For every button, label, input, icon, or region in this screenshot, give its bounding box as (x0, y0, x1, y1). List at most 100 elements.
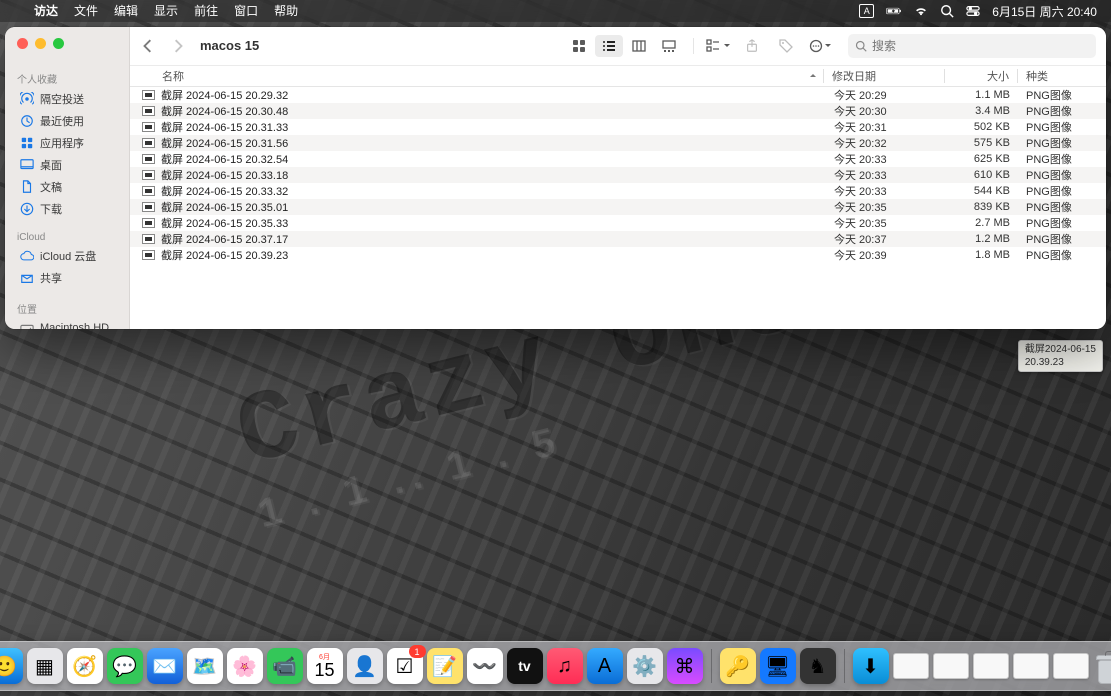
column-view-button[interactable] (625, 35, 653, 57)
file-row[interactable]: 截屏 2024-06-15 20.33.18 今天 20:33 610 KB P… (130, 167, 1106, 183)
file-row[interactable]: 截屏 2024-06-15 20.33.32 今天 20:33 544 KB P… (130, 183, 1106, 199)
dock-maps[interactable]: 🗺️ (187, 648, 223, 684)
dock-facetime[interactable]: 📹 (267, 648, 303, 684)
dock-safari[interactable]: 🧭 (67, 648, 103, 684)
dock-messages[interactable]: 💬 (107, 648, 143, 684)
dock-minimized-window[interactable] (933, 653, 969, 679)
icon-view-button[interactable] (565, 35, 593, 57)
dock-freeform[interactable]: 〰️ (467, 648, 503, 684)
dock-minimized-window[interactable] (893, 653, 929, 679)
dock-reminders[interactable]: ☑︎ (387, 648, 423, 684)
sidebar-item-apps[interactable]: 应用程序 (9, 132, 125, 154)
file-date: 今天 20:33 (826, 151, 946, 167)
gallery-view-button[interactable] (655, 35, 683, 57)
control-center-icon[interactable] (966, 4, 980, 18)
apps-icon (19, 136, 34, 150)
menu-go[interactable]: 前往 (186, 0, 226, 22)
file-row[interactable]: 截屏 2024-06-15 20.30.48 今天 20:30 3.4 MB P… (130, 103, 1106, 119)
search-input[interactable] (872, 39, 1089, 53)
close-button[interactable] (17, 38, 28, 49)
column-header-row: 名称 修改日期 大小 种类 (130, 65, 1106, 87)
dock-appstore[interactable]: A (587, 648, 623, 684)
sidebar-item-label: 最近使用 (40, 113, 84, 129)
dock-launchpad[interactable]: ▦ (27, 648, 63, 684)
file-row[interactable]: 截屏 2024-06-15 20.29.32 今天 20:29 1.1 MB P… (130, 87, 1106, 103)
clock-icon (19, 114, 34, 128)
action-menu-button[interactable] (806, 35, 834, 57)
file-row[interactable]: 截屏 2024-06-15 20.31.33 今天 20:31 502 KB P… (130, 119, 1106, 135)
dock-contacts[interactable]: 👤 (347, 648, 383, 684)
dock-notes[interactable]: 📝 (427, 648, 463, 684)
list-view-button[interactable] (595, 35, 623, 57)
file-name: 截屏 2024-06-15 20.31.56 (161, 135, 826, 151)
menu-edit[interactable]: 编辑 (106, 0, 146, 22)
dock-minimized-window[interactable] (1053, 653, 1089, 679)
share-button[interactable] (738, 35, 766, 57)
menubar-datetime[interactable]: 6月15日 周六 20:40 (992, 3, 1097, 20)
menu-file[interactable]: 文件 (66, 0, 106, 22)
sidebar-item-download[interactable]: 下载 (9, 198, 125, 220)
file-row[interactable]: 截屏 2024-06-15 20.31.56 今天 20:32 575 KB P… (130, 135, 1106, 151)
dock-calendar[interactable]: 6月15 (307, 648, 343, 684)
sidebar-group-icloud: iCloud (5, 228, 129, 245)
minimize-button[interactable] (35, 38, 46, 49)
sidebar-item-label: 共享 (40, 270, 62, 286)
dock-undefined[interactable]: ⬇︎ (853, 648, 889, 684)
group-by-button[interactable] (704, 35, 732, 57)
sidebar-item-doc[interactable]: 文稿 (9, 176, 125, 198)
sidebar-item-hdd[interactable]: Macintosh HD (9, 318, 125, 329)
file-date: 今天 20:33 (826, 167, 946, 183)
share-icon (19, 271, 34, 285)
file-row[interactable]: 截屏 2024-06-15 20.35.01 今天 20:35 839 KB P… (130, 199, 1106, 215)
search-field[interactable] (848, 34, 1096, 58)
file-row[interactable]: 截屏 2024-06-15 20.37.17 今天 20:37 1.2 MB P… (130, 231, 1106, 247)
file-date: 今天 20:35 (826, 215, 946, 231)
dock-minimized-window[interactable] (1013, 653, 1049, 679)
dock-shortcut[interactable]: ⌘ (667, 648, 703, 684)
menubar-appname[interactable]: 访达 (26, 0, 66, 22)
column-header-size[interactable]: 大小 (945, 68, 1017, 84)
dock-passwords[interactable]: 🔑 (720, 648, 756, 684)
wifi-icon[interactable] (914, 4, 928, 18)
menu-view[interactable]: 显示 (146, 0, 186, 22)
window-title: macos 15 (200, 38, 259, 53)
file-size: 544 KB (946, 185, 1018, 197)
menu-window[interactable]: 窗口 (226, 0, 266, 22)
sidebar-item-label: 文稿 (40, 179, 62, 195)
menu-help[interactable]: 帮助 (266, 0, 306, 22)
dock-finder[interactable]: 🙂 (0, 648, 23, 684)
dock-music[interactable]: ♫ (547, 648, 583, 684)
column-header-kind[interactable]: 种类 (1018, 68, 1106, 84)
zoom-button[interactable] (53, 38, 64, 49)
dock-minimized-window[interactable] (973, 653, 1009, 679)
battery-icon[interactable] (886, 3, 902, 19)
sidebar-item-airdrop[interactable]: 隔空投送 (9, 88, 125, 110)
desktop-file-label[interactable]: 截屏2024-06-15 20.39.23 (1018, 340, 1103, 372)
sidebar-item-cloud[interactable]: iCloud 云盘 (9, 245, 125, 267)
column-header-date[interactable]: 修改日期 (824, 68, 944, 84)
spotlight-icon[interactable] (940, 4, 954, 18)
file-row[interactable]: 截屏 2024-06-15 20.35.33 今天 20:35 2.7 MB P… (130, 215, 1106, 231)
sidebar-item-clock[interactable]: 最近使用 (9, 110, 125, 132)
column-header-name[interactable]: 名称 (154, 68, 809, 84)
sidebar-item-desktop[interactable]: 桌面 (9, 154, 125, 176)
desktop-file-label-line2: 20.39.23 (1025, 356, 1096, 369)
file-row[interactable]: 截屏 2024-06-15 20.32.54 今天 20:33 625 KB P… (130, 151, 1106, 167)
sidebar-item-share[interactable]: 共享 (9, 267, 125, 289)
dock-screensharing[interactable]: 🖥 (760, 648, 796, 684)
window-controls (5, 37, 129, 49)
dock-settings[interactable]: ⚙️ (627, 648, 663, 684)
back-button[interactable] (136, 34, 160, 58)
file-thumbnail-icon (142, 122, 155, 132)
file-size: 839 KB (946, 201, 1018, 213)
input-source-indicator[interactable]: A (859, 4, 874, 18)
dock-trash[interactable] (1093, 648, 1111, 684)
file-date: 今天 20:33 (826, 183, 946, 199)
tags-button[interactable] (772, 35, 800, 57)
dock-tv[interactable]: tv (507, 648, 543, 684)
forward-button[interactable] (166, 34, 190, 58)
dock-mail[interactable]: ✉️ (147, 648, 183, 684)
file-row[interactable]: 截屏 2024-06-15 20.39.23 今天 20:39 1.8 MB P… (130, 247, 1106, 263)
dock-chess[interactable]: ♞ (800, 648, 836, 684)
dock-photos[interactable]: 🌸 (227, 648, 263, 684)
